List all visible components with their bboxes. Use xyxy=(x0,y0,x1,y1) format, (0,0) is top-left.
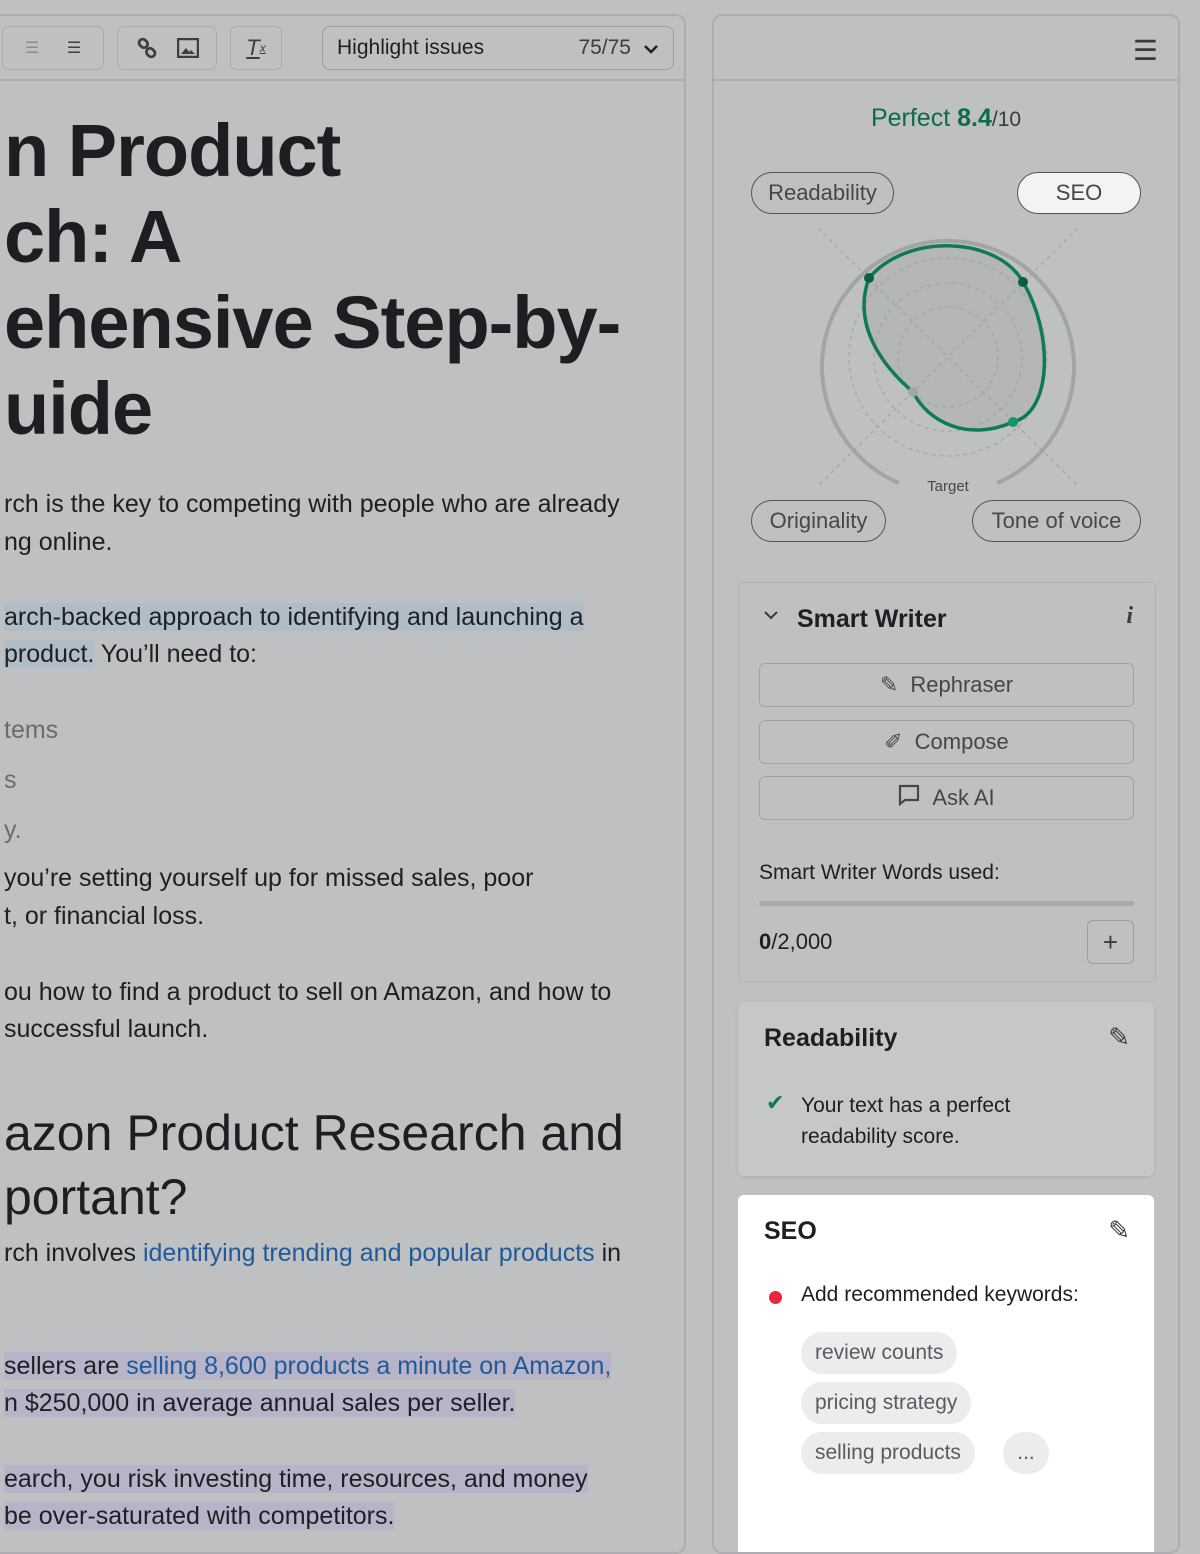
clear-format-icon[interactable]: Tx xyxy=(244,35,268,60)
magic-pen-icon: ✐ xyxy=(884,729,903,754)
button-label: Compose xyxy=(914,729,1009,754)
text: sellers are xyxy=(4,1352,127,1380)
section-heading: azon Product Research and xyxy=(4,1105,624,1161)
paragraph-line: ou how to find a product to sell on Amaz… xyxy=(4,978,612,1006)
highlighted-text[interactable]: sellers are selling 8,600 products a min… xyxy=(4,1352,612,1380)
link-icon[interactable] xyxy=(135,36,159,60)
more-keywords-button[interactable]: ... xyxy=(1003,1432,1049,1474)
button-label: Ask AI xyxy=(932,785,995,810)
readability-message: Your text has a perfect readability scor… xyxy=(801,1094,1011,1148)
add-words-button[interactable]: + xyxy=(1087,920,1134,964)
edit-icon: ✎ xyxy=(879,672,899,697)
paragraph-line: t, or financial loss. xyxy=(4,902,205,930)
paragraph-line: you’re setting yourself up for missed sa… xyxy=(4,864,534,892)
title-line: ch: A xyxy=(4,195,182,278)
seo-message: Add recommended keywords: xyxy=(801,1283,1079,1306)
format-group: Tx xyxy=(230,26,282,70)
paragraph-line: earch, you risk investing time, resource… xyxy=(4,1465,588,1494)
info-icon[interactable]: i xyxy=(1126,603,1133,630)
chevron-down-icon xyxy=(643,36,659,60)
highlight-label: Highlight issues xyxy=(337,36,485,59)
seo-card: SEO ✎ Add recommended keywords: review c… xyxy=(738,1195,1154,1552)
readability-title: Readability xyxy=(764,1024,898,1052)
highlighted-text[interactable]: arch-backed approach to identifying and … xyxy=(4,603,584,631)
axis-readability[interactable]: Readability xyxy=(751,172,894,214)
ordered-list-icon[interactable]: ☰ xyxy=(20,36,44,60)
words-progress-bar xyxy=(759,901,1134,906)
error-dot-icon xyxy=(769,1291,782,1304)
paragraph-line: n $250,000 in average annual sales per s… xyxy=(4,1389,516,1418)
title-line: n Product xyxy=(4,109,341,192)
title-line: uide xyxy=(4,367,153,450)
assistant-panel: ☰ Perfect 8.4/10 Readability SEO Origina… xyxy=(712,14,1180,1554)
axis-tone-of-voice[interactable]: Tone of voice xyxy=(972,500,1141,542)
paragraph-line: ng online. xyxy=(4,528,113,556)
highlighted-text[interactable]: earch, you risk investing time, resource… xyxy=(4,1465,588,1493)
paragraph-line: arch-backed approach to identifying and … xyxy=(4,603,584,632)
text: in xyxy=(594,1239,622,1267)
bullet-list-icon[interactable]: ☰ xyxy=(62,36,86,60)
list-group: ☰ ☰ xyxy=(2,26,104,70)
score: Perfect 8.4/10 xyxy=(714,104,1178,133)
link[interactable]: identifying trending and popular product… xyxy=(143,1239,595,1267)
paragraph-line: be over-saturated with competitors. xyxy=(4,1502,395,1531)
target-label: Target xyxy=(927,478,970,495)
paragraph-line: sellers are selling 8,600 products a min… xyxy=(4,1352,612,1381)
keyword-chip[interactable]: selling products xyxy=(801,1432,975,1474)
link[interactable]: selling 8,600 products a minute on Amazo… xyxy=(126,1352,611,1380)
smart-writer-title: Smart Writer xyxy=(797,605,947,633)
paragraph-line: successful launch. xyxy=(4,1015,209,1043)
section-heading: portant? xyxy=(4,1169,188,1225)
seo-title: SEO xyxy=(764,1217,817,1245)
edit-icon[interactable]: ✎ xyxy=(1108,1215,1130,1246)
highlight-issues-dropdown[interactable]: Highlight issues 75/75 xyxy=(322,26,674,70)
point-readability xyxy=(864,273,874,283)
highlight-count: 75/75 xyxy=(578,36,631,59)
check-icon: ✔ xyxy=(766,1090,785,1115)
highlighted-text[interactable]: product. xyxy=(4,640,95,668)
keyword-chip[interactable]: review counts xyxy=(801,1332,958,1374)
rephraser-button[interactable]: ✎ Rephraser xyxy=(759,663,1134,707)
paragraph-line: rch involves identifying trending and po… xyxy=(4,1239,621,1268)
insert-group xyxy=(117,26,217,70)
words-count: 0/2,000 xyxy=(759,929,832,955)
point-tone xyxy=(1008,417,1018,427)
highlighted-text[interactable]: be over-saturated with competitors. xyxy=(4,1502,395,1530)
image-icon[interactable] xyxy=(176,36,200,60)
editor-toolbar: ☰ ☰ Tx Highlight issues 75/75 xyxy=(0,16,684,81)
text: rch involves xyxy=(4,1239,143,1267)
words-used: 0 xyxy=(759,929,772,954)
axis-originality[interactable]: Originality xyxy=(751,500,886,542)
text: You’ll need to: xyxy=(94,640,257,668)
words-limit: /2,000 xyxy=(771,929,833,954)
panel-header: ☰ xyxy=(714,16,1178,81)
compose-button[interactable]: ✐ Compose xyxy=(759,720,1134,764)
score-max: /10 xyxy=(991,108,1022,131)
chat-icon xyxy=(898,784,920,812)
score-value: 8.4 xyxy=(957,104,992,132)
button-label: Rephraser xyxy=(910,672,1014,697)
keyword-chip[interactable]: pricing strategy xyxy=(801,1382,972,1424)
point-originality xyxy=(908,387,918,397)
menu-icon[interactable]: ☰ xyxy=(1133,34,1158,67)
paragraph-line: rch is the key to competing with people … xyxy=(4,490,620,518)
list-item: tems xyxy=(4,716,59,744)
list-item: s xyxy=(4,766,17,794)
list-item: y. xyxy=(4,816,22,844)
readability-card: Readability ✎ ✔ Your text has a perfect … xyxy=(738,1002,1154,1176)
edit-icon[interactable]: ✎ xyxy=(1108,1022,1130,1053)
point-seo xyxy=(1018,277,1028,287)
ask-ai-button[interactable]: Ask AI xyxy=(759,776,1134,820)
radar-chart: Target xyxy=(817,227,1079,495)
words-used-label: Smart Writer Words used: xyxy=(759,861,1000,884)
score-label: Perfect xyxy=(870,104,951,132)
editor-panel: ☰ ☰ Tx Highlight issues 75/75 n Product … xyxy=(0,14,686,1554)
smart-writer-card: Smart Writer i ✎ Rephraser ✐ Compose Ask A… xyxy=(738,582,1156,982)
chevron-down-icon[interactable] xyxy=(763,607,779,625)
highlighted-text[interactable]: n $250,000 in average annual sales per s… xyxy=(4,1389,516,1417)
axis-seo[interactable]: SEO xyxy=(1017,172,1141,214)
title-line: ehensive Step-by- xyxy=(4,281,621,364)
paragraph-line: product. You’ll need to: xyxy=(4,640,257,669)
